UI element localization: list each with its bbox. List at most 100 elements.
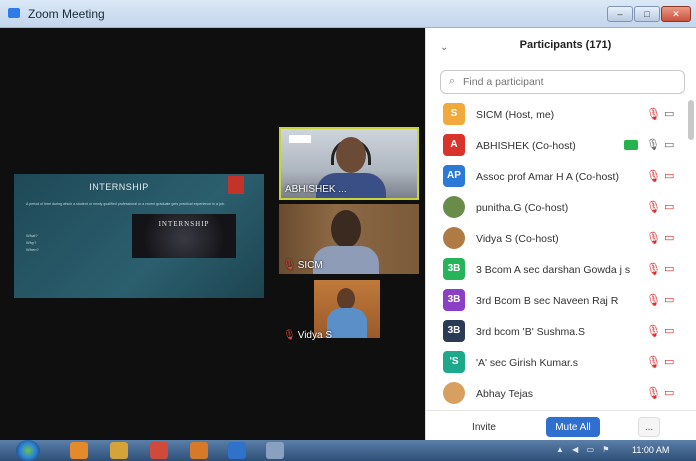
participant-row[interactable]: 'S 'A' sec Girish Kumar.s 🎙 ▭ [426, 348, 688, 378]
participant-name: Vidya S (Co-host) [476, 233, 559, 245]
mic-muted-icon[interactable]: 🎙 [646, 354, 661, 370]
mic-muted-icon[interactable]: 🎙 [646, 292, 661, 308]
slide-accent [228, 176, 244, 194]
participant-list-scrollbar[interactable] [688, 100, 694, 140]
participant-search: ⌕ [440, 70, 685, 94]
video-off-icon[interactable]: ▭ [664, 354, 680, 370]
taskbar-clock: 11:00 AM [632, 445, 670, 455]
video-off-icon[interactable]: ▭ [664, 199, 680, 215]
minimize-button[interactable]: – [607, 6, 633, 22]
participant-row[interactable]: 3B 3 Bcom A sec darshan Gowda j s 🎙 ▭ [426, 255, 688, 285]
slide-text: A period of time during which a student … [26, 202, 225, 206]
participants-footer: Invite Mute All ... [426, 410, 696, 440]
taskbar-app-icon[interactable] [110, 442, 128, 459]
wall-sticker [289, 135, 311, 143]
participant-name: punitha.G (Co-host) [476, 202, 569, 214]
muted-mic-icon: 🎙 [283, 330, 296, 341]
more-button[interactable]: ... [638, 417, 660, 437]
video-off-icon[interactable]: ▭ [664, 261, 680, 277]
slide-bullet: Why? [26, 240, 37, 245]
video-icon[interactable]: ▭ [664, 106, 680, 122]
search-input[interactable] [463, 74, 678, 90]
participant-row[interactable]: 3B 3rd bcom 'B' Sushma.S 🎙 ▭ [426, 317, 688, 347]
search-icon: ⌕ [449, 75, 456, 87]
system-tray-icons[interactable]: ▲ ◀ ▭ ⚑ [556, 445, 612, 454]
slide-bullets: What? Why? When? [26, 232, 39, 253]
video-on-icon[interactable] [624, 140, 638, 150]
participant-name: 3rd Bcom B sec Naveen Raj R [476, 295, 619, 307]
person-head [336, 137, 366, 173]
participant-row[interactable]: punitha.G (Co-host) 🎙 ▭ [426, 193, 688, 223]
participant-name: 3rd bcom 'B' Sushma.S [476, 326, 586, 338]
window-title: Zoom Meeting [28, 7, 105, 21]
slide-image-text: INTERNSHIP [158, 220, 210, 228]
shared-screen: INTERNSHIP A period of time during which… [14, 174, 264, 298]
slide-image: INTERNSHIP [132, 214, 236, 258]
video-tile-vidya[interactable]: 🎙 Vidya S [279, 278, 419, 344]
video-tile-name: ABHISHEK ... [285, 184, 347, 195]
avatar: 3B [443, 320, 465, 342]
person-head [337, 288, 355, 310]
taskbar-app-icon[interactable] [266, 442, 284, 459]
zoom-app-icon [8, 8, 20, 18]
mic-muted-icon[interactable]: 🎙 [646, 199, 661, 215]
avatar: A [443, 134, 465, 156]
avatar: AP [443, 165, 465, 187]
avatar [443, 196, 465, 218]
video-off-icon[interactable]: ▭ [664, 230, 680, 246]
slide-bullet: What? [26, 233, 38, 238]
participant-name: 'A' sec Girish Kumar.s [476, 357, 579, 369]
maximize-button[interactable]: □ [634, 6, 660, 22]
video-tile-sicm[interactable]: 🎙 SICM [279, 204, 419, 274]
participant-row[interactable]: 3B 3rd Bcom B sec Naveen Raj R 🎙 ▭ [426, 286, 688, 316]
mic-muted-icon[interactable]: 🎙 [646, 261, 661, 277]
participant-row[interactable]: AP Assoc prof Amar H A (Co-host) 🎙 ▭ [426, 162, 688, 192]
window-title-bar: Zoom Meeting – □ ✕ [0, 0, 696, 28]
slide-title: INTERNSHIP [89, 182, 149, 192]
participant-name: SICM (Host, me) [476, 109, 555, 121]
mic-muted-icon[interactable]: 🎙 [646, 385, 661, 401]
video-off-icon[interactable]: ▭ [664, 323, 680, 339]
taskbar-app-icon[interactable] [150, 442, 168, 459]
mic-icon[interactable]: 🎙 [646, 137, 660, 153]
participants-title: Participants (171) [519, 39, 612, 51]
participant-row[interactable]: S SICM (Host, me) 🎙 ▭ [426, 100, 688, 130]
mic-muted-icon[interactable]: 🎙 [646, 323, 661, 339]
video-tile-name: 🎙 Vidya S [283, 330, 332, 341]
close-button[interactable]: ✕ [661, 6, 691, 22]
person-head [331, 210, 361, 248]
participant-row[interactable]: A ABHISHEK (Co-host) 🎙 ▭ [426, 131, 688, 161]
video-off-icon[interactable]: ▭ [664, 292, 680, 308]
slide-bullet: When? [26, 247, 39, 252]
avatar: S [443, 103, 465, 125]
taskbar-app-icon[interactable] [190, 442, 208, 459]
video-off-icon[interactable]: ▭ [664, 168, 680, 184]
meeting-video-area: INTERNSHIP A period of time during which… [0, 28, 425, 440]
taskbar-zoom-icon[interactable] [228, 442, 246, 459]
muted-mic-icon: 🎙 [283, 260, 296, 271]
avatar [443, 382, 465, 404]
video-tile-name: 🎙 SICM [283, 260, 323, 271]
participant-name: ABHISHEK (Co-host) [476, 140, 576, 152]
mic-muted-icon[interactable]: 🎙 [646, 106, 661, 122]
person-body [327, 308, 367, 338]
os-taskbar: ▲ ◀ ▭ ⚑ 11:00 AM [0, 440, 696, 461]
avatar [443, 227, 465, 249]
participant-name: 3 Bcom A sec darshan Gowda j s [476, 264, 631, 276]
participant-name: Abhay Tejas [476, 388, 534, 400]
participant-name: Assoc prof Amar H A (Co-host) [476, 171, 619, 183]
mic-muted-icon[interactable]: 🎙 [646, 230, 661, 246]
avatar: 3B [443, 258, 465, 280]
participants-panel: ⌄ Participants (171) ⌕ S SICM (Host, me)… [425, 28, 696, 440]
avatar: 'S [443, 351, 465, 373]
participant-row[interactable]: Abhay Tejas 🎙 ▭ [426, 379, 688, 409]
video-tile-abhishek[interactable]: ABHISHEK ... [279, 127, 419, 200]
invite-button[interactable]: Invite [462, 417, 506, 437]
mute-all-button[interactable]: Mute All [546, 417, 600, 437]
taskbar-app-icon[interactable] [70, 442, 88, 459]
video-icon[interactable]: ▭ [664, 137, 680, 153]
participant-row[interactable]: Vidya S (Co-host) 🎙 ▭ [426, 224, 688, 254]
start-button[interactable] [16, 440, 40, 461]
mic-muted-icon[interactable]: 🎙 [646, 168, 661, 184]
video-off-icon[interactable]: ▭ [664, 385, 680, 401]
